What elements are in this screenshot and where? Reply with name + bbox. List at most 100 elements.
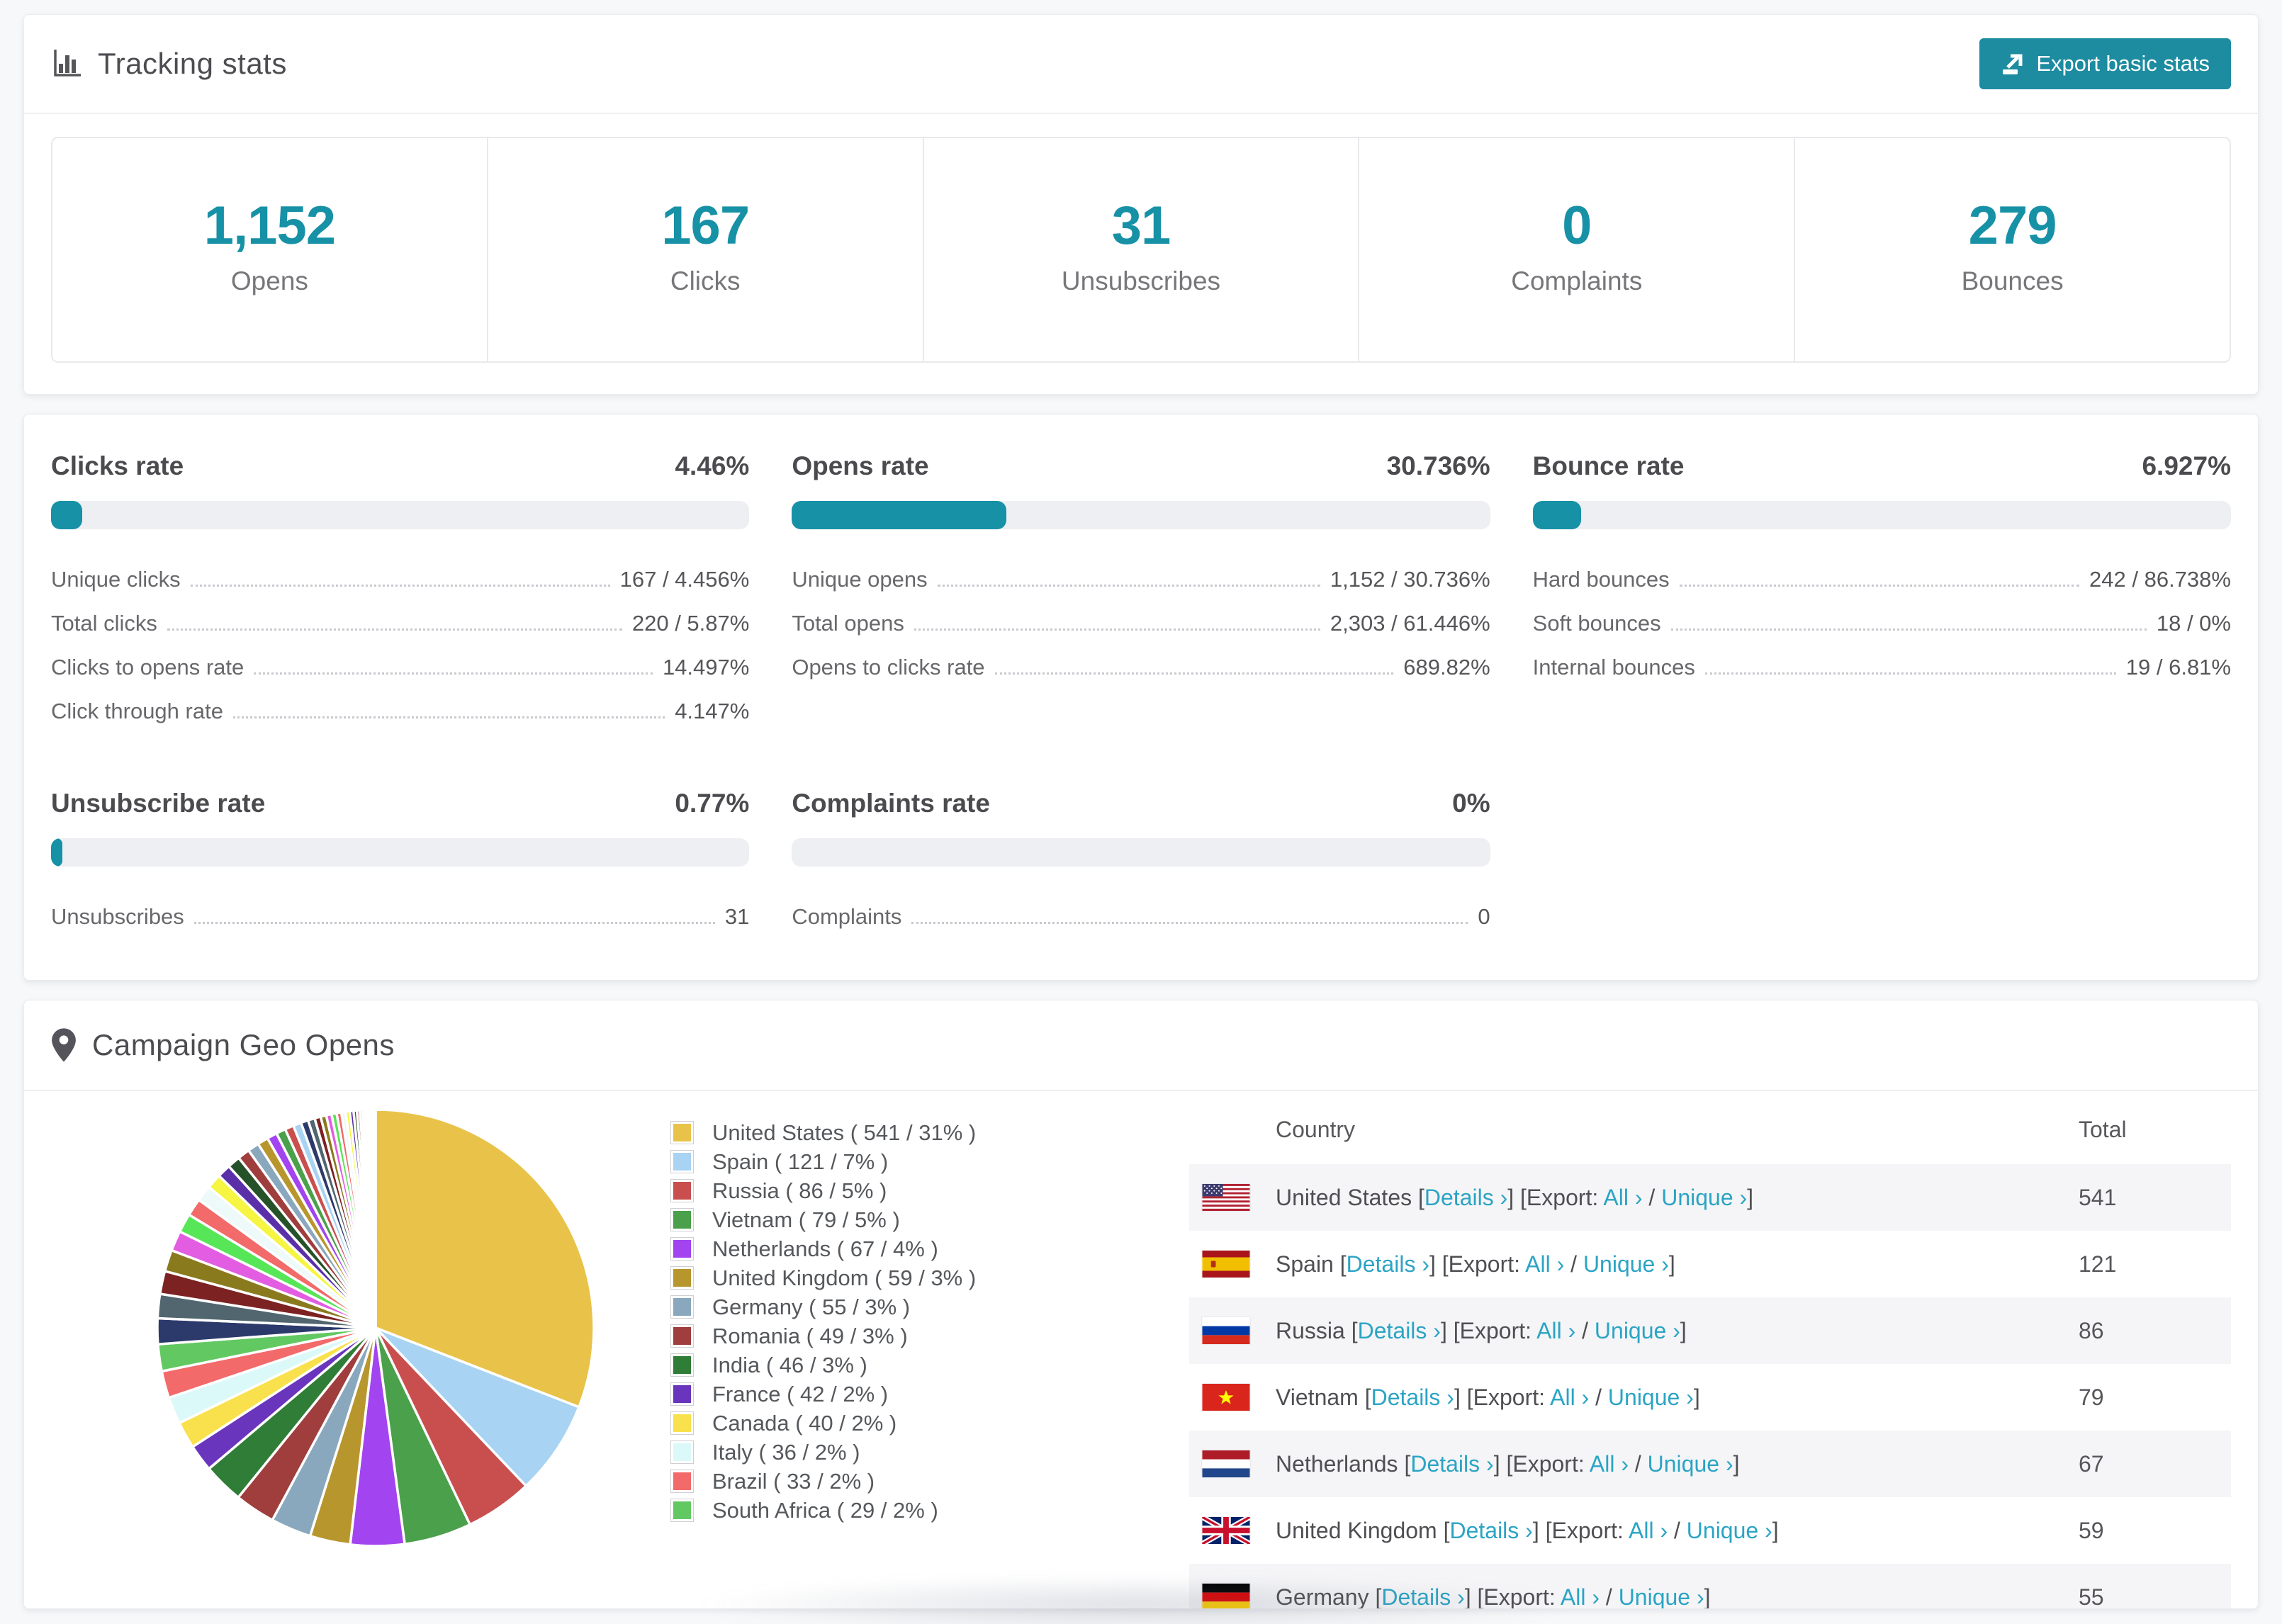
total-column-header: Total xyxy=(2079,1117,2127,1142)
summary-stats-row: 1,152 Opens 167 Clicks 31 Unsubscribes 0… xyxy=(51,137,2231,363)
country-name: United Kingdom xyxy=(1276,1517,1437,1543)
complaints-label: Complaints xyxy=(1511,266,1643,295)
opens-rate-value: 30.736% xyxy=(1386,451,1490,480)
details-link[interactable]: Details › xyxy=(1449,1518,1532,1543)
complaints-rate-title: Complaints rate xyxy=(792,789,990,818)
geo-body: United States ( 541 / 31% ) Spain ( 121 /… xyxy=(24,1091,2258,1609)
details-link[interactable]: Details › xyxy=(1424,1185,1507,1210)
export-all-link[interactable]: All › xyxy=(1536,1318,1575,1343)
bounce-rate-value: 6.927% xyxy=(2142,451,2231,480)
rate-block-clicks: Clicks rate 4.46% Unique clicks 167 / 4.4… xyxy=(51,451,750,733)
export-all-link[interactable]: All › xyxy=(1561,1584,1600,1609)
export-all-link[interactable]: All › xyxy=(1590,1451,1629,1477)
geo-table-row: Germany [Details ›] [Export: All › / Uni… xyxy=(1189,1564,2231,1609)
country-name: Vietnam xyxy=(1276,1384,1359,1410)
export-all-link[interactable]: All › xyxy=(1525,1251,1564,1277)
legend-label: Vietnam ( 79 / 5% ) xyxy=(712,1207,900,1232)
export-basic-stats-button[interactable]: Export basic stats xyxy=(1979,38,2231,89)
export-unique-link[interactable]: Unique › xyxy=(1608,1385,1694,1410)
legend-label: Romania ( 49 / 3% ) xyxy=(712,1323,908,1348)
complaints-rate-progressbar xyxy=(792,838,1490,867)
export-unique-link[interactable]: Unique › xyxy=(1687,1518,1772,1543)
opens-count: 1,152 xyxy=(203,196,336,256)
country-total: 55 xyxy=(2079,1584,2104,1609)
legend-swatch-icon xyxy=(670,1179,694,1202)
stat-row: Soft bounces 18 / 0% xyxy=(1532,611,2231,636)
export-all-link[interactable]: All › xyxy=(1550,1385,1589,1410)
legend-swatch-icon xyxy=(670,1266,694,1290)
flag-gb-icon xyxy=(1202,1517,1250,1544)
country-total: 121 xyxy=(2079,1251,2117,1277)
summary-clicks: 167 Clicks xyxy=(488,138,924,361)
unsubscribe-rate-progressbar xyxy=(51,838,750,867)
summary-complaints: 0 Complaints xyxy=(1359,138,1796,361)
bounces-count: 279 xyxy=(1968,196,2057,256)
geo-table-row: United Kingdom [Details ›] [Export: All … xyxy=(1189,1497,2231,1564)
rate-block-opens: Opens rate 30.736% Unique opens 1,152 / 3… xyxy=(792,451,1490,733)
geo-table-row: Russia [Details ›] [Export: All › / Uniq… xyxy=(1189,1297,2231,1364)
legend-swatch-icon xyxy=(670,1499,694,1522)
rate-block-unsubscribe: Unsubscribe rate 0.77% Unsubscribes 31 xyxy=(51,789,750,939)
legend-item: France ( 42 / 2% ) xyxy=(670,1380,1159,1409)
export-all-link[interactable]: All › xyxy=(1629,1518,1668,1543)
legend-swatch-icon xyxy=(670,1470,694,1493)
tracking-stats-header: Tracking stats Export basic stats xyxy=(24,15,2258,114)
legend-swatch-icon xyxy=(670,1150,694,1173)
legend-swatch-icon xyxy=(670,1353,694,1377)
details-link[interactable]: Details › xyxy=(1371,1385,1454,1410)
legend-label: United Kingdom ( 59 / 3% ) xyxy=(712,1265,977,1290)
complaints-count: 0 xyxy=(1562,196,1592,256)
stat-row: Unique clicks 167 / 4.456% xyxy=(51,567,750,592)
export-unique-link[interactable]: Unique › xyxy=(1661,1185,1747,1210)
details-link[interactable]: Details › xyxy=(1358,1318,1441,1343)
stat-row: Unsubscribes 31 xyxy=(51,904,750,929)
flag-nl-icon xyxy=(1202,1450,1250,1477)
unsubscribe-rate-title: Unsubscribe rate xyxy=(51,789,266,818)
rate-block-complaints: Complaints rate 0% Complaints 0 xyxy=(792,789,1490,939)
legend-item: Spain ( 121 / 7% ) xyxy=(670,1147,1159,1176)
export-button-label: Export basic stats xyxy=(2036,51,2210,76)
rate-block-bounce: Bounce rate 6.927% Hard bounces 242 / 86.… xyxy=(1532,451,2231,733)
stat-row: Internal bounces 19 / 6.81% xyxy=(1532,655,2231,680)
flag-de-icon xyxy=(1202,1584,1250,1608)
opens-label: Opens xyxy=(230,266,308,295)
flag-vn-icon xyxy=(1202,1384,1250,1411)
card-title: Tracking stats xyxy=(98,47,287,80)
flag-ru-icon xyxy=(1202,1317,1250,1344)
geo-table-row: Vietnam [Details ›] [Export: All › / Uni… xyxy=(1189,1364,2231,1431)
bar-chart-icon xyxy=(51,48,82,79)
details-link[interactable]: Details › xyxy=(1410,1451,1493,1477)
stat-row: Complaints 0 xyxy=(792,904,1490,929)
details-link[interactable]: Details › xyxy=(1347,1251,1429,1277)
export-unique-link[interactable]: Unique › xyxy=(1595,1318,1680,1343)
export-unique-link[interactable]: Unique › xyxy=(1583,1251,1669,1277)
legend-label: France ( 42 / 2% ) xyxy=(712,1381,889,1406)
clicks-rate-value: 4.46% xyxy=(675,451,750,480)
legend-item: United Kingdom ( 59 / 3% ) xyxy=(670,1263,1159,1292)
legend-label: Netherlands ( 67 / 4% ) xyxy=(712,1236,938,1261)
legend-label: United States ( 541 / 31% ) xyxy=(712,1120,977,1145)
opens-rate-progressbar xyxy=(792,501,1490,529)
clicks-count: 167 xyxy=(661,196,750,256)
legend-item: Brazil ( 33 / 2% ) xyxy=(670,1467,1159,1496)
map-pin-icon xyxy=(51,1027,77,1063)
geo-table-row: Spain [Details ›] [Export: All › / Uniqu… xyxy=(1189,1231,2231,1297)
legend-swatch-icon xyxy=(670,1121,694,1144)
details-link[interactable]: Details › xyxy=(1381,1584,1464,1609)
country-total: 79 xyxy=(2079,1384,2104,1410)
legend-label: Russia ( 86 / 5% ) xyxy=(712,1178,887,1203)
export-unique-link[interactable]: Unique › xyxy=(1619,1584,1704,1609)
bounce-rate-progressbar xyxy=(1532,501,2231,529)
bounce-rate-title: Bounce rate xyxy=(1532,451,1685,480)
legend-item: Vietnam ( 79 / 5% ) xyxy=(670,1205,1159,1234)
unsubscribes-count: 31 xyxy=(1111,196,1171,256)
bounces-label: Bounces xyxy=(1961,266,2064,295)
geo-title: Campaign Geo Opens xyxy=(92,1028,395,1061)
legend-swatch-icon xyxy=(670,1382,694,1406)
legend-swatch-icon xyxy=(670,1440,694,1464)
export-unique-link[interactable]: Unique › xyxy=(1648,1451,1733,1477)
stat-row: Opens to clicks rate 689.82% xyxy=(792,655,1490,680)
legend-item: Italy ( 36 / 2% ) xyxy=(670,1438,1159,1467)
pie-legend: United States ( 541 / 31% ) Spain ( 121 /… xyxy=(670,1118,1159,1525)
export-all-link[interactable]: All › xyxy=(1603,1185,1642,1210)
